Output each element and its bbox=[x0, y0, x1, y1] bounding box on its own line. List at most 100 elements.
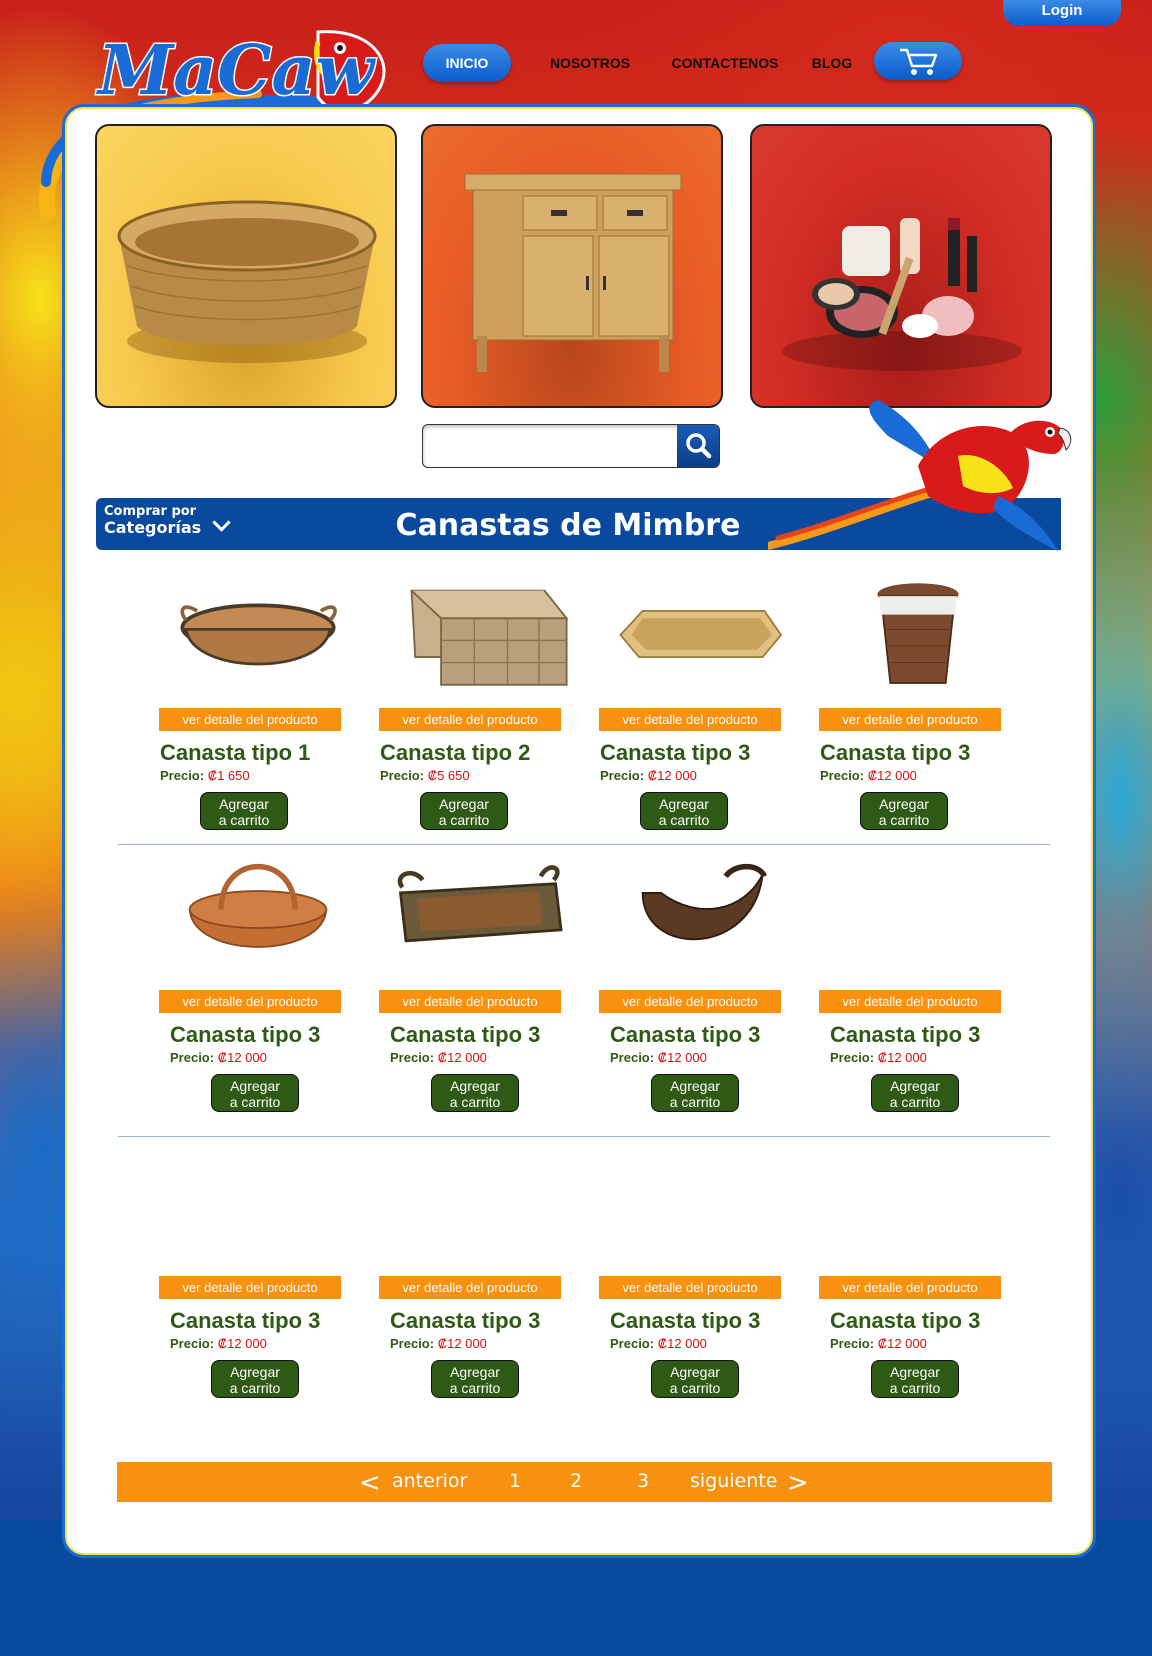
product-name: Canasta tipo 3 bbox=[830, 1308, 981, 1333]
add-label-1: Agregar bbox=[890, 1364, 940, 1380]
product-card: ver detalle del producto Canasta tipo 3 Pr… bbox=[158, 856, 358, 1126]
product-card: ver detalle del producto Canasta tipo 2 Pr… bbox=[378, 574, 578, 844]
prev-label[interactable]: anterior bbox=[392, 1470, 467, 1492]
add-label-1: Agregar bbox=[230, 1364, 280, 1380]
add-to-cart-button[interactable]: Agregar a carrito bbox=[860, 792, 948, 830]
add-to-cart-button[interactable]: Agregar a carrito bbox=[651, 1360, 739, 1398]
add-to-cart-button[interactable]: Agregar a carrito bbox=[420, 792, 508, 830]
product-image[interactable] bbox=[158, 856, 358, 976]
product-image[interactable] bbox=[818, 574, 1018, 694]
add-to-cart-button[interactable]: Agregar a carrito bbox=[431, 1360, 519, 1398]
nav-inicio[interactable]: INICIO bbox=[423, 44, 511, 82]
price-label: Precio: bbox=[170, 1050, 215, 1065]
price-label: Precio: bbox=[600, 768, 645, 783]
product-price: Precio: ₡12 000 bbox=[390, 1336, 487, 1351]
price-label: Precio: bbox=[390, 1050, 435, 1065]
view-detail-button[interactable]: ver detalle del producto bbox=[599, 990, 781, 1013]
price-label: Precio: bbox=[380, 768, 425, 783]
view-detail-button[interactable]: ver detalle del producto bbox=[159, 1276, 341, 1299]
add-label-2: a carrito bbox=[878, 812, 930, 828]
price-value: ₡12 000 bbox=[437, 1336, 487, 1351]
product-image[interactable] bbox=[598, 856, 798, 976]
product-card: ver detalle del producto Canasta tipo 3 Pr… bbox=[598, 1146, 798, 1416]
add-label-2: a carrito bbox=[438, 812, 490, 828]
search-input[interactable] bbox=[425, 427, 679, 465]
view-detail-button[interactable]: ver detalle del producto bbox=[819, 708, 1001, 731]
product-image[interactable] bbox=[158, 574, 358, 694]
product-name: Canasta tipo 3 bbox=[170, 1022, 321, 1047]
add-label-1: Agregar bbox=[450, 1364, 500, 1380]
add-label-1: Agregar bbox=[450, 1078, 500, 1094]
nav-contactenos[interactable]: CONTACTENOS bbox=[655, 44, 795, 82]
hero-cosmetics[interactable] bbox=[750, 124, 1052, 408]
view-detail-button[interactable]: ver detalle del producto bbox=[159, 708, 341, 731]
add-to-cart-button[interactable]: Agregar a carrito bbox=[211, 1074, 299, 1112]
add-to-cart-button[interactable]: Agregar a carrito bbox=[871, 1074, 959, 1112]
view-detail-button[interactable]: ver detalle del producto bbox=[599, 708, 781, 731]
page-1[interactable]: 1 bbox=[509, 1470, 521, 1492]
product-image[interactable] bbox=[598, 574, 798, 694]
add-to-cart-button[interactable]: Agregar a carrito bbox=[640, 792, 728, 830]
price-value: ₡1 650 bbox=[207, 768, 250, 783]
product-image[interactable] bbox=[818, 1146, 1018, 1266]
product-image[interactable] bbox=[598, 1146, 798, 1266]
row-divider bbox=[118, 844, 1050, 845]
product-name: Canasta tipo 3 bbox=[390, 1308, 541, 1333]
price-value: ₡12 000 bbox=[657, 1336, 707, 1351]
hero-furniture[interactable] bbox=[421, 124, 723, 408]
add-to-cart-button[interactable]: Agregar a carrito bbox=[651, 1074, 739, 1112]
product-image[interactable] bbox=[158, 1146, 358, 1266]
nav-blog[interactable]: BLOG bbox=[800, 44, 864, 82]
add-to-cart-button[interactable]: Agregar a carrito bbox=[431, 1074, 519, 1112]
add-to-cart-button[interactable]: Agregar a carrito bbox=[211, 1360, 299, 1398]
product-name: Canasta tipo 3 bbox=[170, 1308, 321, 1333]
price-label: Precio: bbox=[160, 768, 205, 783]
product-price: Precio: ₡12 000 bbox=[390, 1050, 487, 1065]
product-price: Precio: ₡1 650 bbox=[160, 768, 250, 783]
product-price: Precio: ₡12 000 bbox=[610, 1050, 707, 1065]
next-label[interactable]: siguiente bbox=[690, 1470, 777, 1492]
view-detail-button[interactable]: ver detalle del producto bbox=[819, 990, 1001, 1013]
hero-basket[interactable] bbox=[95, 124, 397, 408]
chevron-right-icon: > bbox=[787, 1468, 809, 1498]
search-icon bbox=[686, 433, 712, 459]
add-to-cart-button[interactable]: Agregar a carrito bbox=[200, 792, 288, 830]
product-name: Canasta tipo 2 bbox=[380, 740, 531, 765]
product-name: Canasta tipo 3 bbox=[610, 1022, 761, 1047]
product-image[interactable] bbox=[378, 856, 578, 976]
product-price: Precio: ₡12 000 bbox=[830, 1050, 927, 1065]
basket-image bbox=[117, 200, 377, 363]
login-button[interactable]: Login bbox=[1003, 0, 1121, 26]
next-link[interactable]: > bbox=[787, 1468, 809, 1500]
price-value: ₡12 000 bbox=[217, 1336, 267, 1351]
product-image[interactable] bbox=[378, 1146, 578, 1266]
price-label: Precio: bbox=[610, 1050, 655, 1065]
row-divider bbox=[118, 1136, 1050, 1137]
product-name: Canasta tipo 3 bbox=[600, 740, 751, 765]
add-to-cart-button[interactable]: Agregar a carrito bbox=[871, 1360, 959, 1398]
price-value: ₡5 650 bbox=[427, 768, 470, 783]
product-name: Canasta tipo 3 bbox=[830, 1022, 981, 1047]
view-detail-button[interactable]: ver detalle del producto bbox=[379, 990, 561, 1013]
view-detail-button[interactable]: ver detalle del producto bbox=[379, 1276, 561, 1299]
product-image[interactable] bbox=[818, 856, 1018, 976]
price-label: Precio: bbox=[170, 1336, 215, 1351]
page-3[interactable]: 3 bbox=[637, 1470, 649, 1492]
add-label-2: a carrito bbox=[669, 1094, 721, 1110]
product-card: ver detalle del producto Canasta tipo 3 Pr… bbox=[818, 574, 1018, 844]
view-detail-button[interactable]: ver detalle del producto bbox=[599, 1276, 781, 1299]
add-label-1: Agregar bbox=[670, 1078, 720, 1094]
product-name: Canasta tipo 1 bbox=[160, 740, 311, 765]
prev-link[interactable]: < bbox=[359, 1468, 381, 1500]
chevron-left-icon: < bbox=[359, 1468, 381, 1498]
view-detail-button[interactable]: ver detalle del producto bbox=[159, 990, 341, 1013]
price-label: Precio: bbox=[830, 1336, 875, 1351]
add-label-2: a carrito bbox=[229, 1380, 281, 1396]
search-button[interactable] bbox=[677, 425, 719, 467]
page-2[interactable]: 2 bbox=[570, 1470, 582, 1492]
view-detail-button[interactable]: ver detalle del producto bbox=[819, 1276, 1001, 1299]
cart-button[interactable] bbox=[874, 42, 962, 80]
nav-nosotros[interactable]: NOSOTROS bbox=[540, 44, 640, 82]
view-detail-button[interactable]: ver detalle del producto bbox=[379, 708, 561, 731]
product-image[interactable] bbox=[378, 574, 578, 694]
